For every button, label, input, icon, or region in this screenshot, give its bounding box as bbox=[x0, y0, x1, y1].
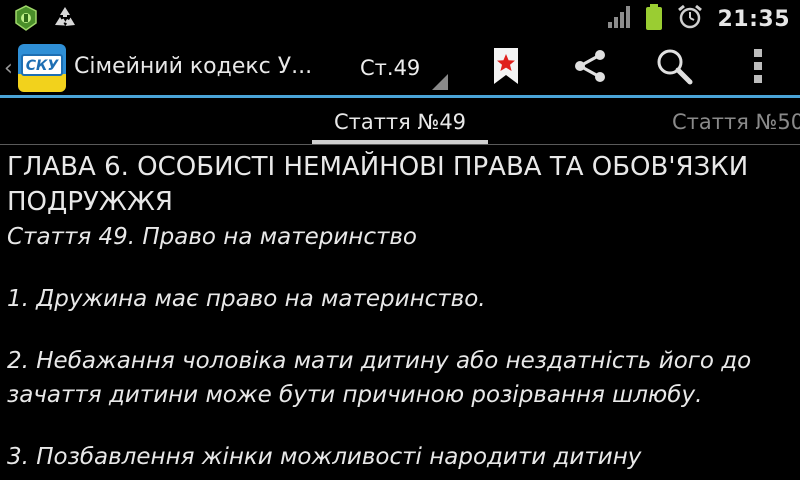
overflow-menu-icon bbox=[753, 48, 763, 88]
screen: 21:35 ‹ СКУ Сімейний кодекс У... Ст.49 С… bbox=[0, 0, 800, 480]
article-heading: Стаття 49. Право на материнство bbox=[7, 224, 418, 250]
article-spinner-value: Ст.49 bbox=[360, 56, 421, 80]
tabs-divider bbox=[0, 144, 800, 145]
tab-article-49-label: Стаття №49 bbox=[333, 110, 467, 134]
up-navigation-caret[interactable]: ‹ bbox=[4, 56, 13, 81]
android-notification-icon bbox=[14, 5, 38, 35]
app-title[interactable]: Сімейний кодекс У... bbox=[74, 54, 314, 79]
search-icon bbox=[655, 47, 693, 89]
status-bar-notifications bbox=[14, 5, 78, 35]
article-paragraph: 2. Небажання чоловіка мати дитину або не… bbox=[7, 348, 752, 408]
app-logo[interactable]: СКУ bbox=[18, 44, 66, 92]
article-tabs: Стаття №49 Стаття №50 bbox=[0, 98, 800, 144]
search-button[interactable] bbox=[652, 46, 696, 90]
signal-icon bbox=[607, 6, 631, 32]
tab-article-50[interactable]: Стаття №50 bbox=[672, 110, 800, 134]
alarm-icon bbox=[677, 4, 703, 34]
bookmark-button[interactable] bbox=[484, 46, 528, 90]
share-icon bbox=[572, 49, 608, 87]
app-logo-text: СКУ bbox=[21, 54, 63, 76]
article-spinner[interactable]: Ст.49 bbox=[340, 44, 450, 92]
article-paragraph: 1. Дружина має право на материнство. bbox=[7, 286, 486, 312]
share-button[interactable] bbox=[568, 46, 612, 90]
tab-article-49[interactable]: Стаття №49 bbox=[312, 98, 488, 144]
status-bar-system: 21:35 bbox=[607, 4, 790, 34]
article-paragraph: 3. Позбавлення жінки можливості народити… bbox=[7, 444, 642, 470]
spinner-dropdown-indicator bbox=[432, 74, 448, 90]
status-bar: 21:35 bbox=[0, 0, 800, 38]
chapter-title: ГЛАВА 6. ОСОБИСТІ НЕМАЙНОВІ ПРАВА ТА ОБО… bbox=[7, 152, 749, 217]
battery-icon bbox=[645, 4, 663, 34]
bookmark-icon bbox=[492, 47, 520, 89]
overflow-menu-button[interactable] bbox=[736, 46, 780, 90]
status-time: 21:35 bbox=[717, 6, 790, 32]
recycle-icon bbox=[52, 5, 78, 35]
article-content[interactable]: ГЛАВА 6. ОСОБИСТІ НЕМАЙНОВІ ПРАВА ТА ОБО… bbox=[7, 150, 797, 474]
